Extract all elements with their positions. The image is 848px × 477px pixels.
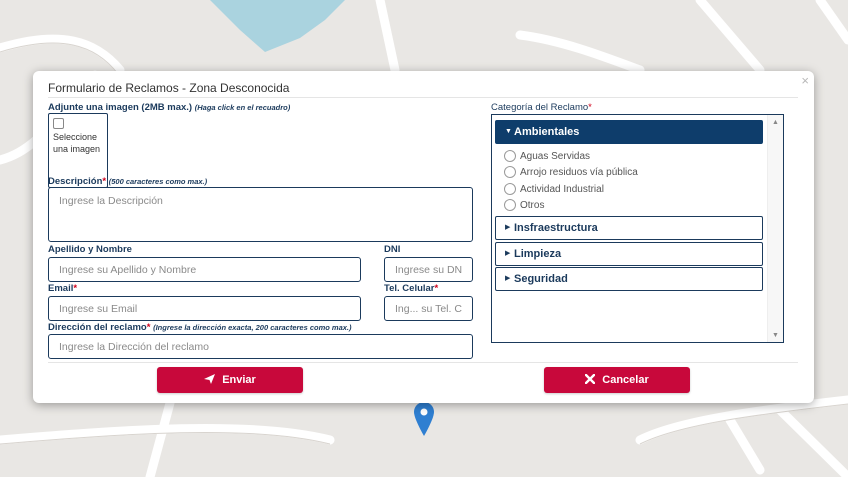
map-location-pin-icon[interactable] <box>414 402 434 441</box>
scroll-up-icon[interactable]: ▲ <box>772 119 779 126</box>
description-textarea[interactable] <box>48 187 473 242</box>
category-group-ambientales[interactable]: ▼ Ambientales <box>495 120 763 144</box>
chevron-right-icon: ▶ <box>505 250 511 257</box>
radio-button[interactable] <box>504 166 516 179</box>
category-group-insfraestructura[interactable]: ▶ Insfraestructura <box>495 216 763 240</box>
chevron-right-icon: ▶ <box>505 224 511 231</box>
image-upload-hint: (Haga click en el recuadro) <box>194 103 291 112</box>
option-label: Arrojo residuos vía pública <box>520 167 638 178</box>
phone-label: Tel. Celular* <box>384 283 438 294</box>
cancel-button-label: Cancelar <box>602 374 649 386</box>
radio-button[interactable] <box>504 199 516 212</box>
required-mark: * <box>73 283 78 294</box>
address-label-text: Dirección del reclamo <box>48 322 147 333</box>
image-placeholder-icon <box>53 118 64 129</box>
close-icon <box>585 373 598 386</box>
category-scrollbar[interactable]: ▲ ▼ <box>767 115 783 342</box>
send-icon <box>204 374 218 386</box>
radio-button[interactable] <box>504 150 516 163</box>
category-option-arrojo-residuos[interactable]: Arrojo residuos vía pública <box>504 166 638 181</box>
category-group-label: Seguridad <box>514 273 568 285</box>
phone-label-text: Tel. Celular <box>384 283 435 294</box>
category-label: Categoría del Reclamo* <box>491 102 592 113</box>
dialog-title: Formulario de Reclamos - Zona Desconocid… <box>48 81 290 95</box>
required-mark: * <box>434 283 439 294</box>
category-option-otros[interactable]: Otros <box>504 199 544 214</box>
category-group-label: Insfraestructura <box>514 222 598 234</box>
footer-divider <box>48 362 798 363</box>
category-option-actividad-industrial[interactable]: Actividad Industrial <box>504 183 604 198</box>
required-mark: * <box>102 176 107 187</box>
email-label: Email* <box>48 283 77 294</box>
image-upload-box-text: Seleccione una imagen <box>53 132 101 154</box>
option-label: Otros <box>520 200 545 211</box>
close-icon[interactable]: × <box>801 73 809 88</box>
submit-button[interactable]: Enviar <box>157 367 303 393</box>
radio-button[interactable] <box>504 183 516 196</box>
description-hint: (500 caracteres como max.) <box>108 177 208 186</box>
dni-input[interactable] <box>384 257 473 282</box>
description-label-text: Descripción <box>48 176 103 187</box>
category-option-aguas-servidas[interactable]: Aguas Servidas <box>504 150 590 165</box>
email-input[interactable] <box>48 296 361 321</box>
image-upload-label-text: Adjunte una imagen (2MB max.) <box>48 102 193 113</box>
image-upload-label: Adjunte una imagen (2MB max.) (Haga clic… <box>48 102 290 113</box>
category-label-text: Categoría del Reclamo <box>491 102 589 113</box>
category-group-limpieza[interactable]: ▶ Limpieza <box>495 242 763 266</box>
address-hint: (Ingrese la dirección exacta, 200 caract… <box>153 323 352 332</box>
dni-label: DNI <box>384 244 401 255</box>
chevron-right-icon: ▶ <box>505 275 511 282</box>
option-label: Actividad Industrial <box>520 184 604 195</box>
submit-button-label: Enviar <box>222 374 256 386</box>
chevron-down-icon: ▼ <box>505 128 512 135</box>
required-mark: * <box>146 322 151 333</box>
title-divider <box>48 97 798 98</box>
cancel-button[interactable]: Cancelar <box>544 367 690 393</box>
email-label-text: Email <box>48 283 74 294</box>
phone-input[interactable] <box>384 296 473 321</box>
required-mark: * <box>588 102 592 113</box>
complaint-form-dialog: × Formulario de Reclamos - Zona Desconoc… <box>33 71 814 403</box>
category-group-label: Ambientales <box>514 126 580 138</box>
address-input[interactable] <box>48 334 473 359</box>
category-group-label: Limpieza <box>514 248 562 260</box>
name-label: Apellido y Nombre <box>48 244 132 255</box>
category-list[interactable]: ▼ Ambientales Aguas Servidas Arrojo resi… <box>491 114 784 343</box>
scroll-down-icon[interactable]: ▼ <box>772 332 779 339</box>
category-group-seguridad[interactable]: ▶ Seguridad <box>495 267 763 291</box>
address-label: Dirección del reclamo* (Ingrese la direc… <box>48 322 352 333</box>
description-label: Descripción* (500 caracteres como max.) <box>48 176 207 187</box>
option-label: Aguas Servidas <box>520 151 591 162</box>
name-input[interactable] <box>48 257 361 282</box>
